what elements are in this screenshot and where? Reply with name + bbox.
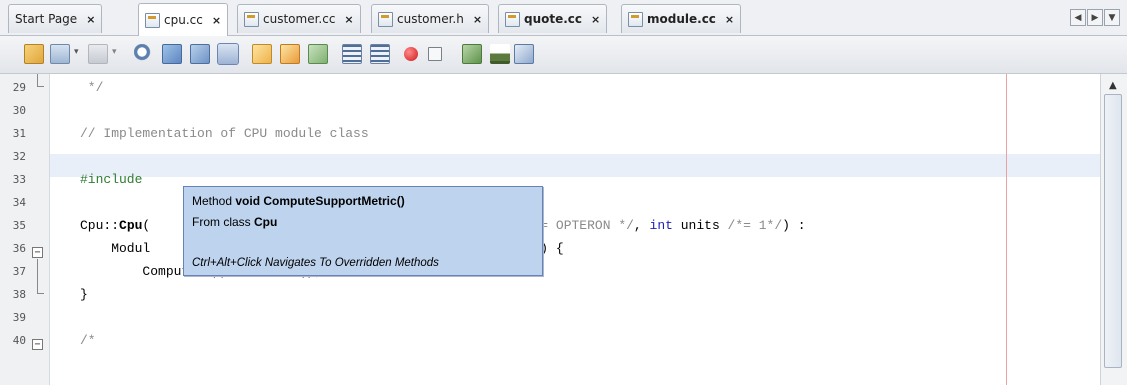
tab-cpu-cc[interactable]: cpu.cc × (138, 3, 229, 36)
code-token: int (649, 218, 673, 233)
find-previous-icon[interactable] (134, 44, 154, 64)
show-opened-documents-icon[interactable]: ▼ (1104, 9, 1120, 26)
last-edit-icon[interactable] (24, 44, 44, 64)
scroll-tabs-right-icon[interactable]: ▶ (1087, 9, 1103, 26)
back-icon[interactable] (50, 44, 79, 64)
find-next-icon[interactable] (162, 44, 182, 64)
shift-right-icon[interactable] (370, 44, 390, 64)
close-icon[interactable]: × (725, 13, 734, 26)
code-line[interactable]: } (80, 283, 88, 306)
close-icon[interactable]: × (344, 13, 353, 26)
next-bookmark-icon[interactable] (280, 44, 300, 64)
line-number: 29 (12, 81, 26, 94)
cc-file-icon (244, 11, 259, 27)
fold-collapse-icon[interactable]: − (32, 339, 43, 350)
line-number: 34 (12, 196, 26, 209)
line-number: 40 (12, 334, 26, 347)
tab-label: module.cc (647, 12, 716, 26)
editor-toolbar (0, 36, 1127, 74)
line-number: 35 (12, 219, 26, 232)
scroll-tabs-left-icon[interactable]: ◀ (1070, 9, 1086, 26)
code-line[interactable]: /* (80, 329, 96, 352)
tab-customer-h[interactable]: customer.h × (371, 4, 490, 33)
vertical-scrollbar[interactable]: ▲ (1100, 74, 1127, 385)
code-token: } (80, 287, 88, 302)
code-token: units (672, 218, 728, 233)
line-number: 33 (12, 173, 26, 186)
code-token: Cpu (119, 218, 143, 233)
tab-module-cc[interactable]: module.cc × (621, 4, 742, 33)
tab-label: cpu.cc (164, 13, 203, 27)
close-icon[interactable]: × (212, 14, 221, 27)
tooltip-class-name: Cpu (254, 215, 278, 229)
toggle-bookmark-icon[interactable] (308, 44, 328, 64)
tab-label: quote.cc (524, 12, 583, 26)
tooltip-method-prefix: Method (192, 194, 236, 208)
code-token: */ (80, 80, 104, 95)
line-number: 32 (12, 150, 26, 163)
fold-end-marker (37, 80, 44, 87)
h-file-icon (378, 11, 393, 27)
line-number: 36 (12, 242, 26, 255)
start-macro-icon[interactable] (404, 47, 418, 61)
comment-icon[interactable] (462, 44, 482, 64)
code-token: #include (80, 172, 143, 187)
code-line[interactable]: */ (80, 76, 104, 99)
editor-tab-bar: Start Page × cpu.cc × customer.cc × cust… (0, 0, 1127, 36)
line-number: 38 (12, 288, 26, 301)
close-icon[interactable]: × (473, 13, 482, 26)
line-number: 30 (12, 104, 26, 117)
toggle-highlight-icon[interactable] (217, 43, 239, 65)
stop-macro-icon[interactable] (428, 47, 442, 61)
code-editor[interactable]: 29 30 31 32 33 34 35 36 37 38 39 40 − − … (0, 74, 1127, 385)
tab-customer-cc[interactable]: customer.cc × (237, 4, 361, 33)
tooltip-class-line: From class Cpu (192, 215, 277, 229)
cc-file-icon (628, 11, 643, 27)
diff-icon[interactable] (514, 44, 534, 64)
line-number: 37 (12, 265, 26, 278)
tooltip-method-line: Method void ComputeSupportMetric() (192, 194, 405, 208)
shift-left-icon[interactable] (342, 44, 362, 64)
cc-file-icon (145, 12, 160, 28)
code-line[interactable]: #include (80, 168, 142, 191)
tab-label: Start Page (15, 12, 78, 26)
code-token: ) : (782, 218, 806, 233)
code-token: , (633, 218, 650, 233)
tab-quote-cc[interactable]: quote.cc × (498, 4, 608, 33)
tooltip-class-prefix: From class (192, 215, 255, 229)
previous-bookmark-icon[interactable] (252, 44, 272, 64)
code-line[interactable]: // Implementation of CPU module class (80, 122, 369, 145)
line-number-gutter: 29 30 31 32 33 34 35 36 37 38 39 40 − − (0, 74, 50, 385)
scroll-up-icon[interactable]: ▲ (1109, 80, 1117, 91)
tab-start-page[interactable]: Start Page × (8, 4, 103, 33)
line-number: 31 (12, 127, 26, 140)
tooltip-method-signature: void ComputeSupportMetric() (235, 194, 405, 208)
code-token: // Implementation of CPU module class (80, 126, 369, 141)
scrollbar-thumb[interactable] (1104, 94, 1122, 368)
code-token: /* (80, 333, 96, 348)
tab-label: customer.cc (263, 12, 336, 26)
find-selection-icon[interactable] (190, 44, 210, 64)
tab-label: customer.h (397, 12, 464, 26)
close-icon[interactable]: × (86, 13, 95, 26)
override-tooltip: Method void ComputeSupportMetric() From … (183, 186, 543, 276)
forward-icon[interactable] (88, 44, 117, 64)
uncomment-icon[interactable] (490, 44, 510, 64)
fold-collapse-icon[interactable]: − (32, 247, 43, 258)
tooltip-navigation-hint: Ctrl+Alt+Click Navigates To Overridden M… (192, 257, 439, 269)
cc-file-icon (505, 11, 520, 27)
close-icon[interactable]: × (591, 13, 600, 26)
code-token: Modul (80, 241, 151, 256)
line-number: 39 (12, 311, 26, 324)
code-token: /*= 1*/ (727, 218, 783, 233)
fold-end-marker (37, 287, 44, 294)
code-token: Cpu:: (80, 218, 120, 233)
